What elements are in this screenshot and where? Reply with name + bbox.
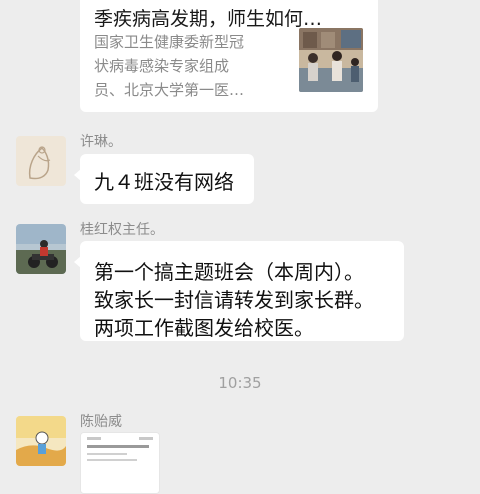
article-desc-line: 员、北京大学第一医… [94,81,245,99]
message-bubble[interactable]: 第一个搞主题班会（本周内）。 致家长一封信请转发到家长群。 两项工作截图发给校医… [74,241,404,341]
sender-name: 陈贻威 [80,414,122,430]
article-thumbnail [299,28,363,92]
timestamp: 10:35 [218,374,262,392]
article-title: 季疾病高发期，师生如何… [94,8,323,30]
avatar[interactable] [16,136,66,186]
message-text: 九４班没有网络 [94,170,234,194]
avatar[interactable] [16,416,66,466]
sender-name: 桂红权主任。 [80,222,164,238]
article-card[interactable]: 季疾病高发期，师生如何… 国家卫生健康委新型冠 状病毒感染专家组成 员、北京大学… [80,0,378,112]
message-text: 致家长一封信请转发到家长群。 [94,288,374,312]
message-text: 两项工作截图发给校医。 [94,316,314,340]
message-bubble[interactable]: 九４班没有网络 [74,154,254,204]
article-desc-line: 状病毒感染专家组成 [94,57,230,75]
avatar[interactable] [16,224,66,274]
article-description: 国家卫生健康委新型冠 状病毒感染专家组成 员、北京大学第一医… [94,30,284,102]
sender-name: 许琳。 [80,134,122,150]
image-message[interactable] [80,432,160,494]
message-text: 第一个搞主题班会（本周内）。 [94,260,364,284]
article-desc-line: 国家卫生健康委新型冠 [94,33,245,51]
